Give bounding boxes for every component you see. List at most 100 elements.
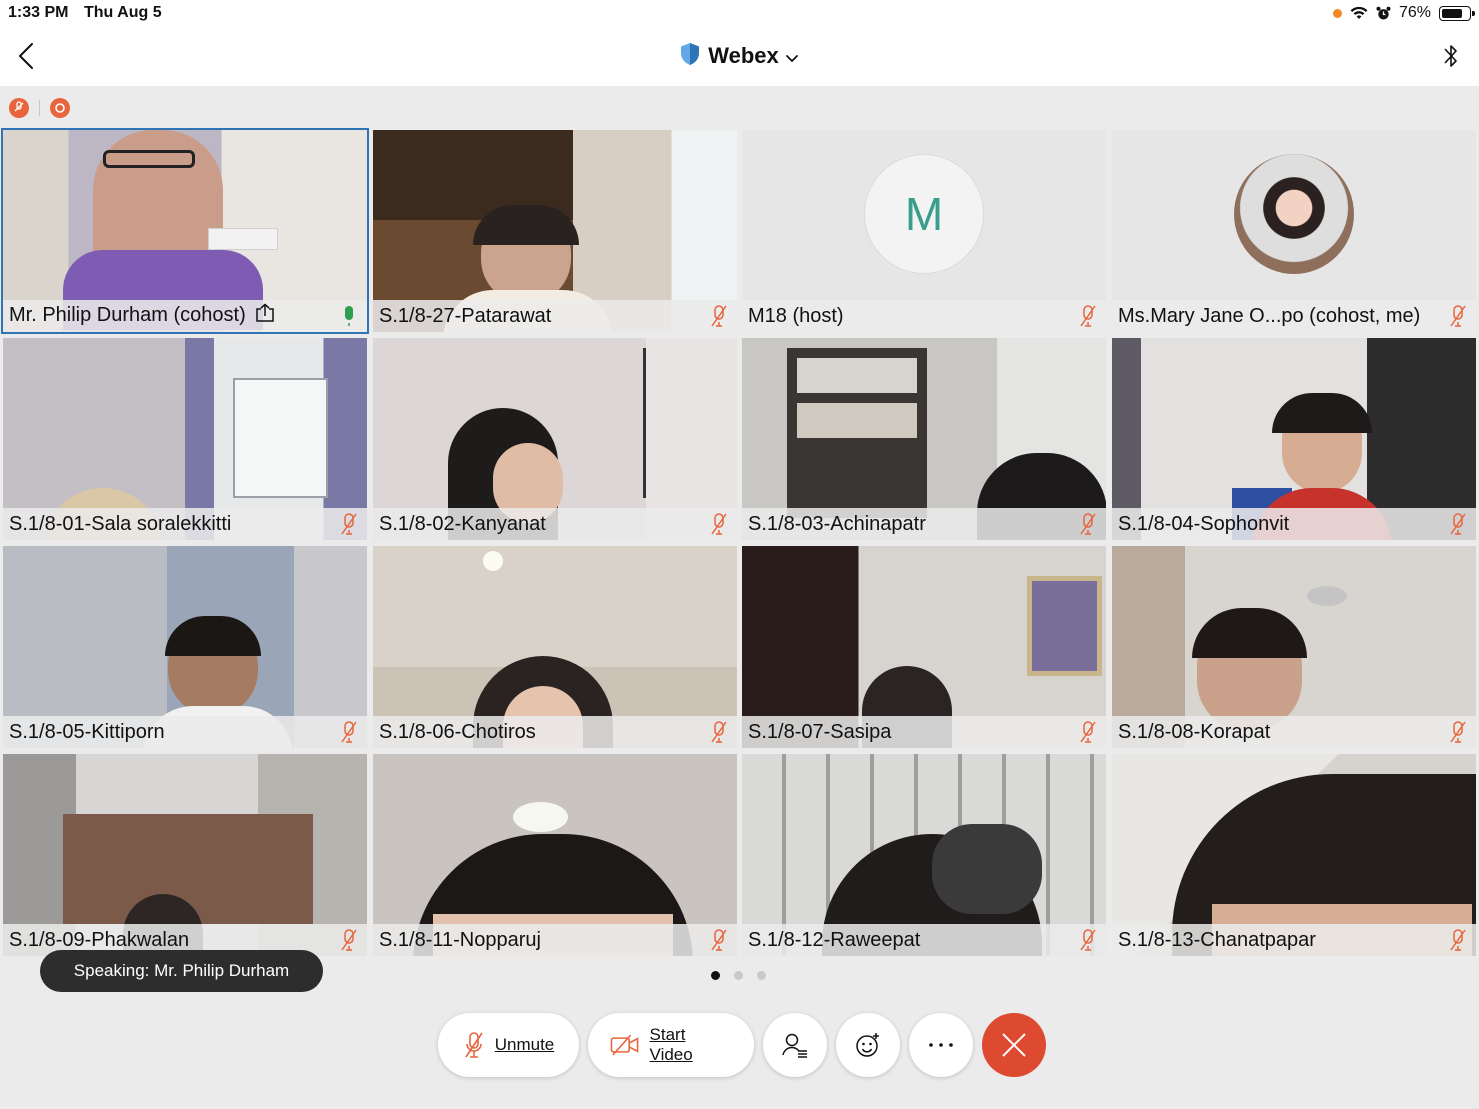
unmute-label: Unmute	[494, 1035, 555, 1054]
participant-namebar: S.1/8-13-Chanatpapar	[1112, 924, 1476, 956]
record-icon	[55, 103, 65, 113]
more-icon	[929, 1043, 953, 1047]
participants-button[interactable]	[763, 1013, 827, 1077]
participant-name: S.1/8-03-Achinapatr	[748, 512, 926, 535]
avatar	[1234, 154, 1354, 274]
meeting-header: Webex	[0, 28, 1479, 86]
mic-muted-icon	[1446, 511, 1470, 537]
bluetooth-icon	[1444, 45, 1457, 67]
participant-namebar: S.1/8-12-Raweepat	[742, 924, 1106, 956]
participants-icon	[782, 1033, 807, 1058]
participant-name: S.1/8-05-Kittiporn	[9, 720, 165, 743]
participant-tile[interactable]: S.1/8-27-Patarawat	[373, 130, 737, 332]
participant-name: S.1/8-11-Nopparuj	[379, 928, 541, 951]
close-icon	[1002, 1033, 1026, 1057]
page-dot-3[interactable]	[757, 971, 766, 980]
participant-name: S.1/8-12-Raweepat	[748, 928, 921, 951]
participant-tile[interactable]: S.1/8-07-Sasipa	[742, 546, 1106, 748]
participant-namebar: S.1/8-04-Sophonvit	[1112, 508, 1476, 540]
participant-name: S.1/8-09-Phakwalan	[9, 928, 190, 951]
mic-muted-icon	[1076, 927, 1100, 953]
mic-muted-icon	[465, 1032, 483, 1058]
participant-namebar: Ms.Mary Jane O...po (cohost, me)	[1112, 300, 1476, 332]
reactions-icon	[856, 1033, 879, 1057]
status-bar: 1:33 PM Thu Aug 5 76%	[0, 0, 1479, 28]
leave-meeting-button[interactable]	[982, 1013, 1046, 1077]
bluetooth-button[interactable]	[1441, 40, 1461, 77]
status-date: Thu Aug 5	[84, 4, 162, 21]
participant-namebar: S.1/8-08-Korapat	[1112, 716, 1476, 748]
unmute-button[interactable]: Unmute	[438, 1013, 579, 1077]
participant-namebar: M18 (host)	[742, 300, 1106, 332]
participant-namebar: S.1/8-06-Chotiros	[373, 716, 737, 748]
participant-namebar: S.1/8-05-Kittiporn	[3, 716, 367, 748]
page-dot-2[interactable]	[734, 971, 743, 980]
participant-name: S.1/8-13-Chanatpapar	[1118, 928, 1316, 951]
mic-muted-icon	[1076, 511, 1100, 537]
participant-tile[interactable]: M M18 (host)	[742, 130, 1106, 332]
page-indicator	[711, 971, 766, 980]
mic-muted-icon	[337, 719, 361, 745]
participant-name: S.1/8-08-Korapat	[1118, 720, 1271, 743]
participant-tile[interactable]: S.1/8-06-Chotiros	[373, 546, 737, 748]
participant-tile[interactable]: S.1/8-08-Korapat	[1112, 546, 1476, 748]
mic-muted-icon	[337, 511, 361, 537]
participant-tile[interactable]: S.1/8-03-Achinapatr	[742, 338, 1106, 540]
avatar: M	[864, 154, 984, 274]
recording-indicator[interactable]	[50, 98, 70, 118]
participant-name: Mr. Philip Durham (cohost)	[9, 303, 337, 329]
meeting-indicators	[9, 98, 70, 118]
mic-muted-icon	[707, 511, 731, 537]
participant-name: M18 (host)	[748, 304, 844, 327]
alarm-icon	[1376, 6, 1391, 19]
participant-name: S.1/8-07-Sasipa	[748, 720, 892, 743]
start-video-label: Start Video	[649, 1025, 693, 1064]
wifi-icon	[1350, 6, 1368, 19]
status-time: 1:33 PM	[8, 4, 69, 21]
status-icons: 76%	[1332, 4, 1475, 22]
speaking-toast: Speaking: Mr. Philip Durham	[40, 950, 323, 992]
page-dot-1[interactable]	[711, 971, 720, 980]
participant-tile[interactable]: S.1/8-02-Kanyanat	[373, 338, 737, 540]
participant-tile[interactable]: S.1/8-05-Kittiporn	[3, 546, 367, 748]
participant-namebar: S.1/8-02-Kanyanat	[373, 508, 737, 540]
participant-tile[interactable]: S.1/8-09-Phakwalan	[3, 754, 367, 956]
mic-muted-icon	[1076, 303, 1100, 329]
participant-name: S.1/8-01-Sala soralekkitti	[9, 512, 232, 535]
indicator-divider	[39, 100, 40, 116]
muted-indicator[interactable]	[9, 98, 29, 118]
battery-fill	[1442, 8, 1462, 18]
participant-tile[interactable]: S.1/8-13-Chanatpapar	[1112, 754, 1476, 956]
mic-muted-icon	[337, 927, 361, 953]
more-options-button[interactable]	[909, 1013, 973, 1077]
participant-tile[interactable]: S.1/8-11-Nopparuj	[373, 754, 737, 956]
meeting-title-menu[interactable]: Webex	[0, 42, 1479, 72]
mic-muted-icon	[707, 303, 731, 329]
participant-name: Ms.Mary Jane O...po (cohost, me)	[1118, 304, 1421, 327]
battery-percent: 76%	[1398, 4, 1431, 21]
participant-namebar: S.1/8-07-Sasipa	[742, 716, 1106, 748]
meeting-controls: Unmute Start Video	[438, 1013, 1046, 1077]
mic-muted-icon	[1446, 303, 1470, 329]
participant-tile[interactable]: Mr. Philip Durham (cohost)	[1, 128, 369, 334]
reactions-button[interactable]	[836, 1013, 900, 1077]
participant-name: S.1/8-04-Sophonvit	[1118, 512, 1290, 535]
participant-namebar: S.1/8-27-Patarawat	[373, 300, 737, 332]
participant-tile[interactable]: S.1/8-01-Sala soralekkitti	[3, 338, 367, 540]
participant-namebar: S.1/8-11-Nopparuj	[373, 924, 737, 956]
chevron-down-icon	[785, 44, 799, 70]
mic-on-icon	[337, 303, 361, 329]
participant-tile[interactable]: S.1/8-12-Raweepat	[742, 754, 1106, 956]
mic-muted-icon	[1446, 719, 1470, 745]
participant-namebar: S.1/8-03-Achinapatr	[742, 508, 1106, 540]
participant-name: S.1/8-27-Patarawat	[379, 304, 552, 327]
start-video-button[interactable]: Start Video	[588, 1013, 754, 1077]
participant-tile[interactable]: S.1/8-04-Sophonvit	[1112, 338, 1476, 540]
participant-namebar: Mr. Philip Durham (cohost)	[3, 300, 367, 332]
participant-tile[interactable]: Ms.Mary Jane O...po (cohost, me)	[1112, 130, 1476, 332]
mic-muted-icon	[707, 927, 731, 953]
meeting-title: Webex	[708, 42, 779, 68]
mic-muted-icon	[707, 719, 731, 745]
mic-muted-icon	[1076, 719, 1100, 745]
participant-namebar: S.1/8-01-Sala soralekkitti	[3, 508, 367, 540]
